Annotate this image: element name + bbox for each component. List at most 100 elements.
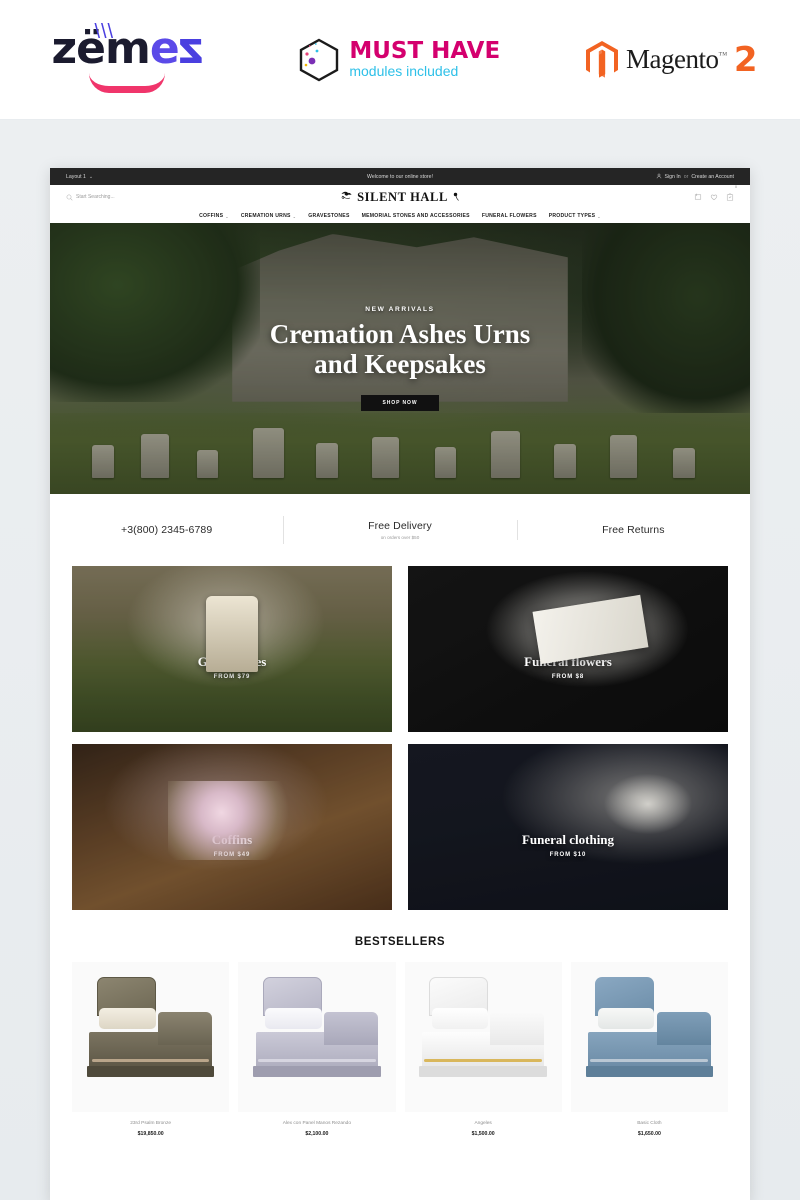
must-have-logo[interactable]: MUST HAVE modules included <box>297 36 500 84</box>
tile-caption: Funeral flowers FROM $8 <box>408 654 728 680</box>
preview-canvas: Layout 1 ⌄ Welcome to our online store! … <box>0 120 800 1200</box>
nav-label: PRODUCT TYPES <box>548 213 596 219</box>
casket-illustration <box>253 976 381 1078</box>
hero-content: NEW ARRIVALS Cremation Ashes Urns and Ke… <box>50 223 750 494</box>
nav-label: CREMATION URNS <box>240 213 291 219</box>
casket-illustration <box>585 976 714 1078</box>
service-free-returns: Free Returns <box>516 518 750 542</box>
product-card[interactable]: 23rd Psalm Bronze $19,850.00 <box>72 962 230 1138</box>
product-name: 23rd Psalm Bronze <box>130 1121 172 1126</box>
category-tile-funeral-clothing[interactable]: Funeral clothing FROM $10 <box>408 744 728 910</box>
search-icon <box>66 194 73 201</box>
service-title: +3(800) 2345-6789 <box>121 524 213 536</box>
product-card[interactable]: Basic Cloth $1,650.00 <box>570 962 728 1138</box>
wishlist-heart-icon[interactable] <box>710 188 718 206</box>
shop-now-button[interactable]: SHOP NOW <box>360 394 440 411</box>
must-have-subtitle: modules included <box>349 63 459 80</box>
tile-title: Funeral flowers <box>524 653 612 669</box>
service-phone[interactable]: +3(800) 2345-6789 <box>50 518 283 542</box>
product-name: Alex con Panel Manos Rezando <box>282 1121 351 1126</box>
category-tile-gravestones[interactable]: Gravestones FROM $79 <box>72 566 392 732</box>
tile-title: Coffins <box>211 831 253 847</box>
site-topbar: Layout 1 ⌄ Welcome to our online store! … <box>50 168 750 185</box>
header-icon-group: 0 <box>694 185 737 206</box>
services-bar: +3(800) 2345-6789 Free Delivery on order… <box>50 494 750 566</box>
tile-price: FROM $8 <box>551 673 585 680</box>
main-navigation: COFFINS ⌄ CREMATION URNS ⌄ GRAVESTONES M… <box>50 209 750 223</box>
bestsellers-grid: 23rd Psalm Bronze $19,850.00 Alex con Pa… <box>50 962 750 1137</box>
tile-caption: Gravestones FROM $79 <box>72 654 392 680</box>
chevron-down-icon: ⌄ <box>597 213 601 219</box>
user-icon <box>656 173 662 181</box>
nav-label: MEMORIAL STONES AND ACCESSORIES <box>361 213 470 219</box>
magento-version: 2 <box>733 39 758 80</box>
hero-slider: NEW ARRIVALS Cremation Ashes Urns and Ke… <box>50 223 750 494</box>
cart-badge: 0 <box>735 185 737 189</box>
tile-caption: Funeral clothing FROM $10 <box>408 832 728 858</box>
chevron-down-icon: ⌄ <box>225 213 229 219</box>
website-mockup: Layout 1 ⌄ Welcome to our online store! … <box>50 168 750 1200</box>
magento-tm: ™ <box>718 50 728 60</box>
search-placeholder-text: Start Searching... <box>76 194 115 200</box>
product-name: Angeles <box>474 1121 492 1126</box>
tile-price: FROM $49 <box>213 851 251 858</box>
product-price: $19,850.00 <box>137 1131 164 1138</box>
product-image <box>404 962 562 1112</box>
chevron-down-icon: ⌄ <box>292 213 297 219</box>
sign-in-link[interactable]: Sign In <box>665 174 681 180</box>
tile-overlay <box>72 566 392 732</box>
magento-wordmark: Magento™ <box>626 44 727 75</box>
service-subtitle: on orders over $50 <box>380 535 420 540</box>
hero-title-line-2: and Keepsakes <box>314 348 486 379</box>
casket-illustration <box>419 976 547 1078</box>
links-separator: or <box>683 173 689 180</box>
tile-price: FROM $79 <box>213 673 251 680</box>
product-card[interactable]: Angeles $1,500.00 <box>404 962 562 1138</box>
casket-illustration <box>86 976 215 1078</box>
create-account-link[interactable]: Create an Account <box>691 174 734 180</box>
product-image <box>238 962 396 1112</box>
site-header: Start Searching... SILENT HALL 0 <box>50 185 750 209</box>
promo-brand-bar: \\\ zëmez MUST HAVE modules included Mag… <box>0 0 800 120</box>
service-title: Free Delivery <box>368 520 432 532</box>
service-title: Free Returns <box>602 524 665 536</box>
search-input[interactable]: Start Searching... <box>66 194 216 201</box>
product-card[interactable]: Alex con Panel Manos Rezando $2,100.00 <box>238 962 396 1138</box>
tile-overlay <box>408 566 728 732</box>
hero-title: Cremation Ashes Urns and Keepsakes <box>270 320 531 378</box>
tile-overlay <box>408 744 728 910</box>
product-price: $1,650.00 <box>637 1131 661 1138</box>
zemez-logo[interactable]: \\\ zëmez <box>42 21 212 93</box>
nav-label: GRAVESTONES <box>308 213 350 219</box>
magento-logo[interactable]: Magento™ 2 <box>585 39 758 80</box>
tile-caption: Coffins FROM $49 <box>72 832 392 858</box>
tile-title: Funeral clothing <box>521 831 615 847</box>
category-tile-funeral-flowers[interactable]: Funeral flowers FROM $8 <box>408 566 728 732</box>
product-image <box>570 962 728 1112</box>
tile-price: FROM $10 <box>549 851 587 858</box>
hero-background-image: NEW ARRIVALS Cremation Ashes Urns and Ke… <box>50 223 750 494</box>
product-price: $1,500.00 <box>471 1131 495 1138</box>
nav-item-funeral-flowers[interactable]: FUNERAL FLOWERS <box>482 213 537 219</box>
cart-icon[interactable]: 0 <box>726 185 737 206</box>
zemez-smile-icon <box>89 73 166 93</box>
account-links: Sign In or Create an Account <box>656 173 734 181</box>
category-tile-coffins[interactable]: Coffins FROM $49 <box>72 744 392 910</box>
compare-icon[interactable] <box>694 188 702 206</box>
magento-icon <box>585 40 619 80</box>
product-price: $2,100.00 <box>305 1131 329 1138</box>
bestsellers-heading: BESTSELLERS <box>354 936 446 948</box>
hexagon-icon <box>297 36 341 84</box>
hero-kicker: NEW ARRIVALS <box>365 306 435 314</box>
tile-title: Gravestones <box>197 653 267 669</box>
nav-item-product-types[interactable]: PRODUCT TYPES ⌄ <box>549 213 601 219</box>
nav-item-cremation-urns[interactable]: CREMATION URNS ⌄ <box>241 213 296 219</box>
nav-item-gravestones[interactable]: GRAVESTONES <box>308 213 349 219</box>
service-free-delivery: Free Delivery on orders over $50 <box>283 514 516 546</box>
nav-item-memorial-stones[interactable]: MEMORIAL STONES AND ACCESSORIES <box>362 213 470 219</box>
zemez-tilde-icon: \\\ <box>94 20 115 43</box>
tile-overlay <box>72 744 392 910</box>
magento-word-text: Magento <box>626 44 719 74</box>
nav-label: FUNERAL FLOWERS <box>481 213 537 219</box>
nav-item-coffins[interactable]: COFFINS ⌄ <box>199 213 229 219</box>
